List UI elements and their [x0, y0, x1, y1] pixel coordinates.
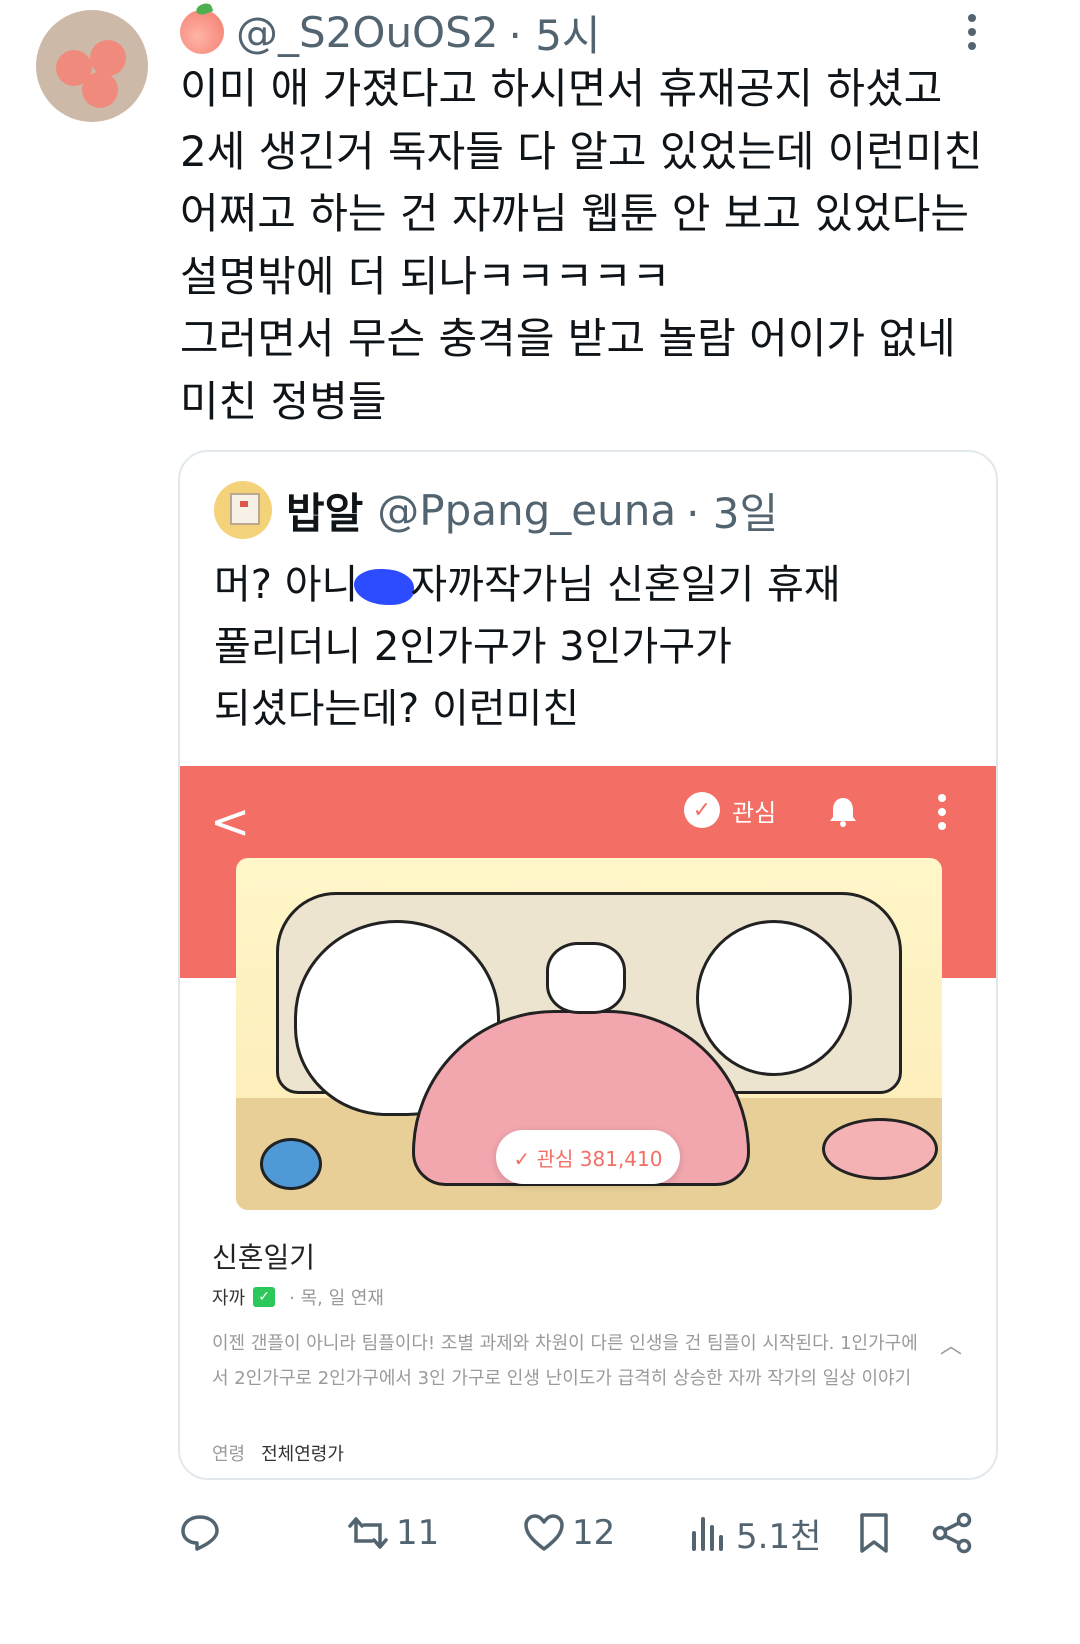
quoted-line: 풀리더니 2인가구가 3인가구가: [214, 624, 732, 670]
bookmark-button[interactable]: [852, 1498, 902, 1568]
check-icon: ✓: [684, 792, 720, 828]
webtoon-age-row: 연령 전체연령가: [212, 1440, 344, 1466]
quoted-tweet[interactable]: 밥알 @Ppang_euna · 3일 머? 아니 자까작가님 신혼일기 휴재 풀…: [178, 450, 998, 1480]
heart-icon: [524, 1514, 564, 1551]
tweet-line: 2세 생긴거 독자들 다 알고 있었는데 이런미친: [180, 126, 983, 176]
quoted-line: 머? 아니: [214, 562, 359, 608]
tweet-header: @_S2OuOS2 · 5시: [180, 4, 1050, 60]
views-chart-icon: [692, 1517, 723, 1551]
bookmark-icon: [860, 1513, 888, 1553]
kebab-menu-icon: [938, 794, 948, 836]
collapse-caret-icon: ︿: [940, 1334, 963, 1359]
retweet-count: 11: [396, 1513, 440, 1553]
share-button[interactable]: [930, 1498, 980, 1568]
tweet-line: 미친 정병들: [180, 376, 387, 426]
peach-shape: [82, 72, 118, 108]
quoted-tweet-header: 밥알 @Ppang_euna · 3일: [214, 480, 779, 541]
tweet-time[interactable]: · 5시: [509, 2, 601, 63]
peach-shape: [90, 40, 126, 76]
quoted-author-handle[interactable]: @Ppang_euna: [377, 486, 676, 535]
quoted-tweet-text: 머? 아니 자까작가님 신혼일기 휴재 풀리더니 2인가구가 3인가구가 되셨다는…: [214, 554, 974, 740]
peach-emoji-icon: [180, 10, 224, 54]
tweet-action-bar: 11 12 5.1천: [178, 1498, 978, 1568]
quoted-line: 되셨다는데? 이런미친: [214, 686, 580, 732]
bell-icon: [830, 798, 856, 827]
webtoon-description: 이젠 갠플이 아니라 팀플이다! 조별 과제와 차원이 다른 인생을 건 팀플이…: [212, 1333, 918, 1389]
tweet-line: 설명밖에 더 되나ㅋㅋㅋㅋㅋ: [180, 251, 671, 301]
webtoon-title: 신혼일기: [212, 1241, 316, 1274]
favorite-toggle: ✓ 관심: [684, 792, 776, 828]
share-icon: [932, 1512, 972, 1554]
tweet-line: 이미 애 가졌다고 하시면서 휴재공지 하셨고: [180, 64, 943, 113]
tweet-line: 그러면서 무슨 충격을 받고 놀람 어이가 없네: [180, 314, 956, 363]
reply-button[interactable]: [178, 1498, 228, 1568]
views-button[interactable]: 5.1천: [686, 1498, 821, 1568]
author-handle[interactable]: @_S2OuOS2: [236, 8, 499, 57]
round-character: [696, 920, 852, 1076]
author-avatar[interactable]: [36, 10, 148, 122]
favorite-label: 관심: [732, 798, 777, 827]
baby-seat-illustration: [822, 1118, 938, 1180]
age-label: 연령: [212, 1444, 246, 1465]
more-options-icon[interactable]: [968, 14, 978, 56]
webtoon-schedule: · 목, 일 연재: [289, 1288, 384, 1309]
webtoon-author: 자까: [212, 1288, 246, 1309]
attached-image[interactable]: < ✓ 관심 ✓ 관심 381,410 신혼일기 자까 ✓ · 목, 일 연재 …: [180, 766, 996, 1478]
redaction-scribble: [354, 569, 415, 605]
like-button[interactable]: 12: [522, 1498, 615, 1568]
back-arrow-icon: <: [210, 794, 251, 850]
retweet-icon: [348, 1517, 388, 1549]
retweet-button[interactable]: 11: [346, 1498, 439, 1568]
favorite-count-pill: ✓ 관심 381,410: [496, 1130, 680, 1184]
baby-character: [546, 942, 626, 1014]
quoted-author-avatar[interactable]: [214, 481, 272, 539]
tweet-text: 이미 애 가졌다고 하시면서 휴재공지 하셨고 2세 생긴거 독자들 다 알고 …: [180, 58, 1040, 433]
like-count: 12: [572, 1513, 616, 1553]
quoted-tweet-time: · 3일: [686, 488, 779, 538]
webtoon-author-row: 자까 ✓ · 목, 일 연재: [212, 1284, 384, 1310]
tweet-line: 어쩌고 하는 건 자까님 웹툰 안 보고 있었다는: [180, 189, 969, 238]
views-count: 5.1천: [736, 1516, 822, 1557]
toy-illustration: [260, 1138, 322, 1190]
quoted-line: 자까작가님 신혼일기 휴재: [410, 562, 841, 608]
quoted-author-name[interactable]: 밥알: [286, 480, 363, 541]
age-value: 전체연령가: [261, 1444, 344, 1465]
reply-icon: [181, 1515, 219, 1551]
verified-check-icon: ✓: [253, 1287, 276, 1307]
